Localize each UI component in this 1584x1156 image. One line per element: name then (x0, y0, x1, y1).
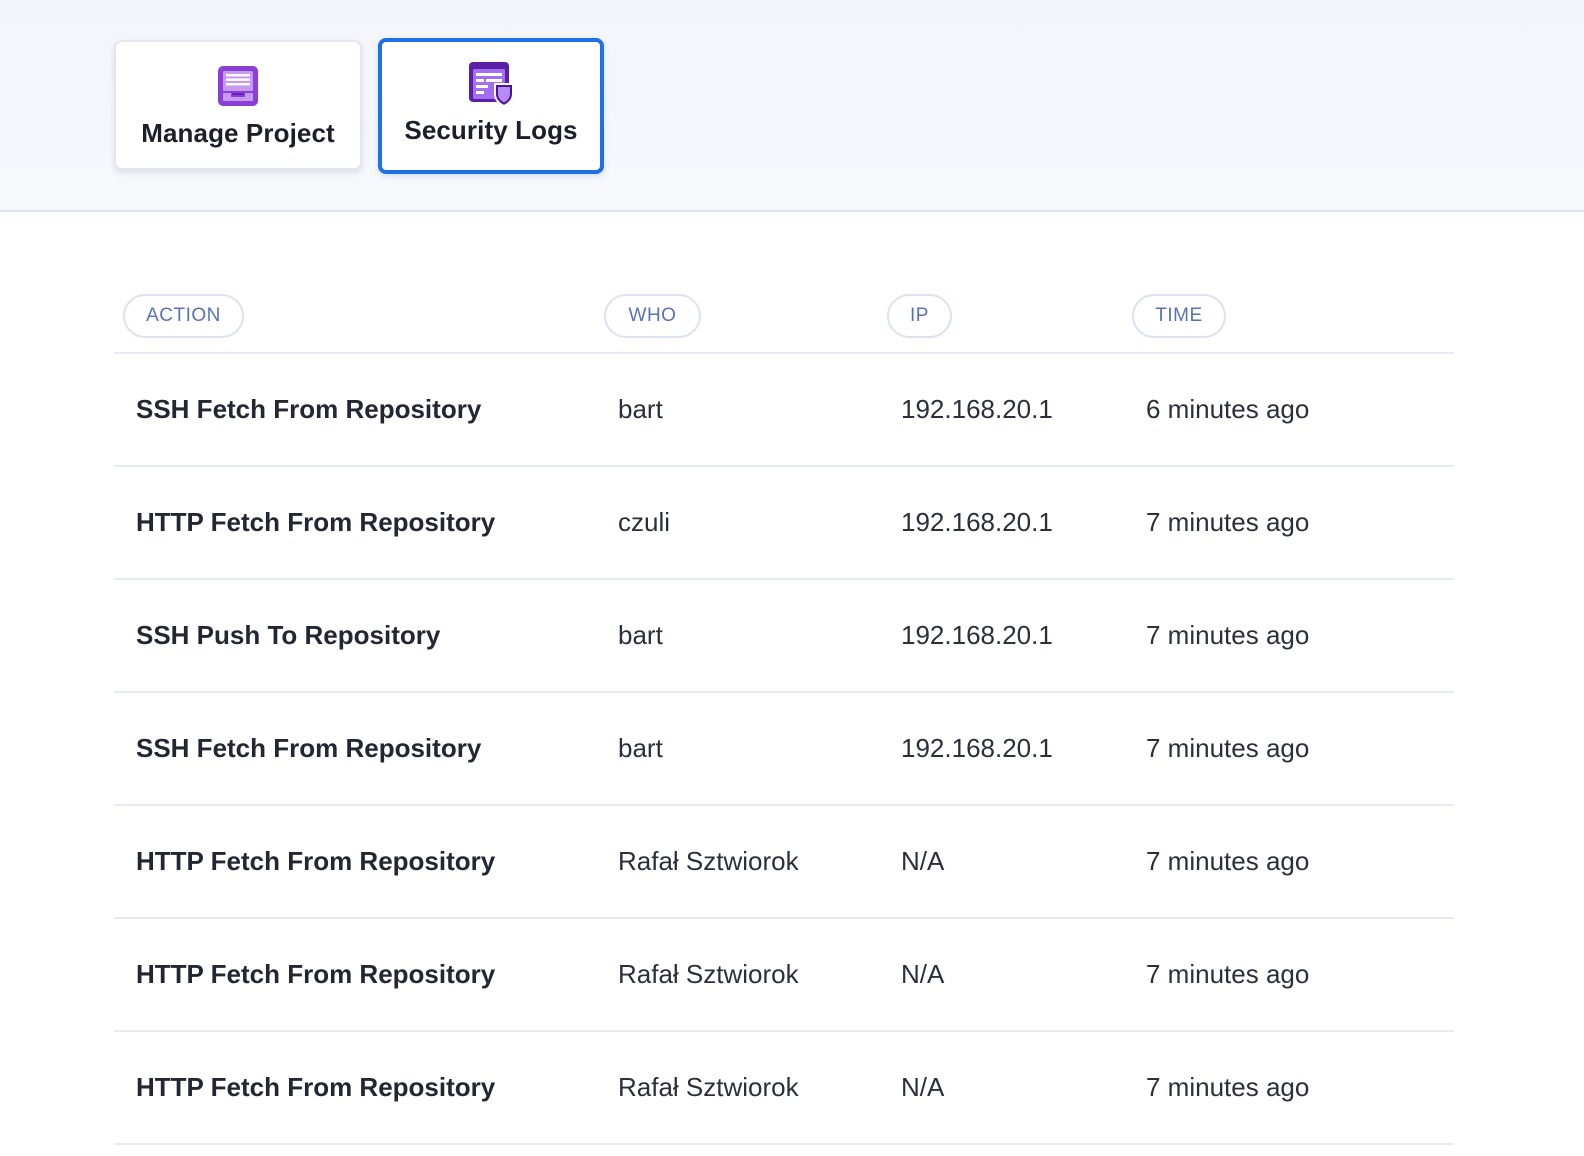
cell-ip: N/A (901, 1072, 945, 1102)
cell-action: SSH Fetch From Repository (136, 733, 482, 763)
security-log-shield-icon (467, 62, 515, 108)
cell-action: HTTP Fetch From Repository (136, 959, 496, 989)
cell-who: Rafał Sztwiorok (618, 1072, 799, 1102)
cell-who: Rafał Sztwiorok (618, 959, 799, 989)
cell-who: bart (618, 733, 663, 763)
table-row: HTTP Fetch From Repository Rafał Sztwior… (114, 919, 1454, 1032)
table-row: SSH Fetch From Repository bart 192.168.2… (114, 354, 1454, 467)
cell-who: bart (618, 620, 663, 650)
cell-action: SSH Fetch From Repository (136, 394, 482, 424)
cell-action: HTTP Fetch From Repository (136, 507, 496, 537)
cell-action: SSH Push To Repository (136, 620, 441, 650)
cell-time: 7 minutes ago (1146, 1072, 1310, 1102)
table-header: ACTION WHO IP TIME (114, 294, 1454, 354)
column-header-ip[interactable]: IP (887, 294, 952, 338)
tab-security-logs[interactable]: Security Logs (378, 38, 604, 174)
cell-ip: 192.168.20.1 (901, 733, 1053, 763)
security-logs-table: ACTION WHO IP TIME SSH Fetch From Reposi… (114, 294, 1454, 1145)
table-row: HTTP Fetch From Repository Rafał Sztwior… (114, 806, 1454, 919)
tab-manage-project[interactable]: Manage Project (114, 40, 362, 170)
column-header-time[interactable]: TIME (1132, 294, 1226, 338)
project-inbox-icon (217, 64, 259, 108)
cell-time: 6 minutes ago (1146, 394, 1310, 424)
table-row: HTTP Fetch From Repository czuli 192.168… (114, 467, 1454, 580)
cell-time: 7 minutes ago (1146, 620, 1310, 650)
cell-time: 7 minutes ago (1146, 846, 1310, 876)
tab-label: Manage Project (141, 118, 335, 148)
table-row: SSH Push To Repository bart 192.168.20.1… (114, 580, 1454, 693)
cell-time: 7 minutes ago (1146, 507, 1310, 537)
cell-who: Rafał Sztwiorok (618, 846, 799, 876)
cell-who: bart (618, 394, 663, 424)
cell-who: czuli (618, 507, 671, 537)
cell-time: 7 minutes ago (1146, 959, 1310, 989)
cell-ip: 192.168.20.1 (901, 394, 1053, 424)
cell-ip: 192.168.20.1 (901, 507, 1053, 537)
table-row: SSH Fetch From Repository bart 192.168.2… (114, 693, 1454, 806)
cell-ip: 192.168.20.1 (901, 620, 1053, 650)
table-row: HTTP Fetch From Repository Rafał Sztwior… (114, 1032, 1454, 1145)
cell-action: HTTP Fetch From Repository (136, 846, 496, 876)
top-navigation-bar: Manage Project Security Logs (0, 0, 1584, 212)
tab-label: Security Logs (404, 115, 578, 145)
cell-ip: N/A (901, 959, 945, 989)
column-header-who[interactable]: WHO (604, 294, 701, 338)
column-header-action[interactable]: ACTION (123, 294, 244, 338)
cell-action: HTTP Fetch From Repository (136, 1072, 496, 1102)
cell-time: 7 minutes ago (1146, 733, 1310, 763)
cell-ip: N/A (901, 846, 945, 876)
